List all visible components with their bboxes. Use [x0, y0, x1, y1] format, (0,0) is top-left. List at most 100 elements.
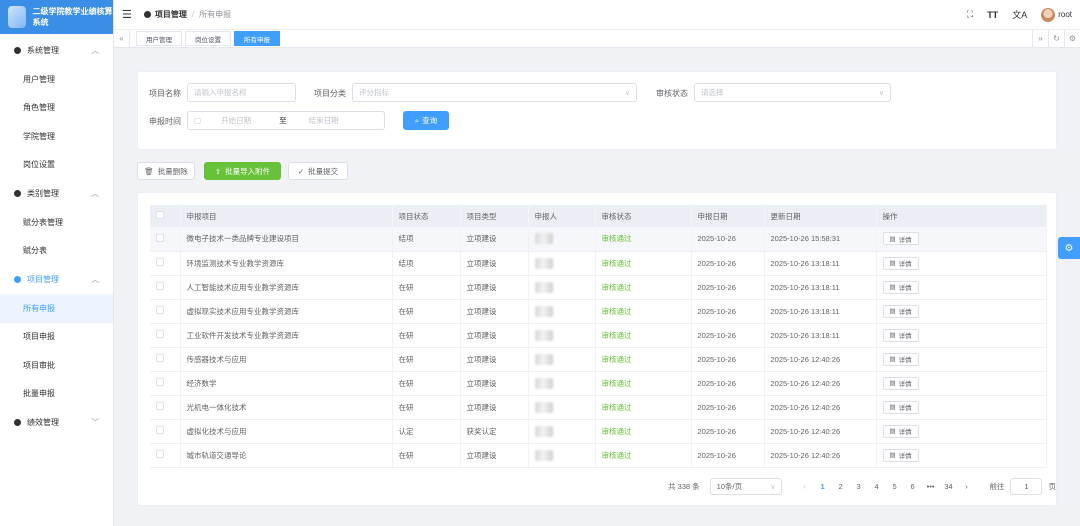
logo-icon: [8, 6, 27, 28]
app-title: 二级学院教学业绩核算系统: [32, 7, 113, 27]
apply-date-cell: 2025-10-26: [691, 323, 765, 348]
row-checkbox[interactable]: [156, 282, 164, 290]
detail-button[interactable]: ▤ 详情: [882, 376, 919, 390]
menu-group-performance[interactable]: 绩效管理 ﹀: [0, 408, 113, 437]
row-checkbox[interactable]: [156, 306, 164, 314]
row-checkbox[interactable]: [156, 330, 164, 338]
update-date-cell: 2025-10-26 12:40:26: [764, 395, 877, 420]
placeholder: 请输入申报名称: [194, 88, 247, 97]
detail-label: 详情: [898, 405, 912, 412]
document-icon: ▤: [889, 452, 896, 459]
detail-button[interactable]: ▤ 详情: [882, 256, 919, 270]
sidebar-item-colleges[interactable]: 学院管理: [0, 122, 113, 151]
menu-group-label: 类别管理: [27, 189, 59, 198]
performance-icon: [14, 419, 21, 426]
redacted-name: [534, 305, 553, 317]
scroll-right-icon[interactable]: »: [1032, 29, 1048, 48]
settings-drawer-icon[interactable]: ⚙: [1058, 237, 1080, 259]
update-date-cell: 2025-10-26 12:40:26: [764, 371, 877, 396]
page-number[interactable]: 5: [886, 482, 904, 491]
translate-icon[interactable]: 文A: [1012, 8, 1027, 21]
applicant-cell: [528, 419, 596, 444]
detail-button[interactable]: ▤ 详情: [882, 232, 919, 246]
menu-group-category[interactable]: 类别管理 ︿: [0, 179, 113, 208]
page-number[interactable]: 1: [814, 482, 832, 491]
category-label: 项目分类: [314, 89, 346, 98]
select-all-checkbox[interactable]: [156, 211, 164, 219]
batch-submit-button[interactable]: ✓ 批量提交: [288, 162, 348, 180]
last-page-number[interactable]: 34: [940, 482, 958, 491]
sidebar-item-project-approve[interactable]: 项目审批: [0, 351, 113, 380]
row-select-cell: [150, 419, 181, 444]
chevron-down-icon: ∨: [770, 482, 776, 491]
page-size-select[interactable]: 10条/页 ∨: [709, 478, 782, 495]
menu-group-label: 系统管理: [27, 46, 59, 55]
menu-group-system[interactable]: 系统管理 ︿: [0, 36, 113, 65]
project-status-cell: 在研: [392, 323, 461, 348]
gear-icon[interactable]: ⚙: [1064, 29, 1080, 48]
detail-button[interactable]: ▤ 详情: [882, 280, 919, 294]
row-checkbox[interactable]: [156, 354, 164, 362]
menu-toggle-icon[interactable]: ☰: [122, 8, 132, 21]
more-pages[interactable]: •••: [922, 482, 940, 491]
column-header: 申报项目: [180, 205, 393, 227]
scroll-left-icon[interactable]: «: [114, 29, 130, 48]
redacted-name: [534, 425, 553, 437]
row-checkbox[interactable]: [156, 402, 164, 410]
tab-positions[interactable]: 岗位设置: [185, 31, 231, 46]
query-button[interactable]: ⌕ 查询: [403, 111, 449, 130]
apply-date-cell: 2025-10-26: [691, 275, 765, 300]
prev-page-icon[interactable]: ‹: [796, 482, 814, 491]
sidebar-item-users[interactable]: 用户管理: [0, 65, 113, 94]
review-status-cell: 审核通过: [595, 419, 692, 444]
tab-all-applications[interactable]: 所有申报: [234, 31, 280, 46]
category-select[interactable]: 评分指标 ∨: [352, 83, 637, 102]
review-status-cell: 审核通过: [595, 227, 692, 252]
project-name-cell: 城市轨道交通导论: [180, 443, 393, 468]
total-count: 共 338 条: [668, 482, 700, 491]
sidebar-item-project-apply[interactable]: 项目申报: [0, 323, 113, 352]
table-header-row: 申报项目 项目状态 项目类型 申报人 审核状态 申报日期 更新日期 操作: [150, 205, 1047, 227]
row-checkbox[interactable]: [156, 378, 164, 386]
refresh-icon[interactable]: ↻: [1048, 29, 1064, 48]
detail-button[interactable]: ▤ 详情: [882, 352, 919, 366]
menu-group-project[interactable]: 项目管理 ︿: [0, 265, 113, 294]
actions-cell: ▤ 详情: [876, 395, 1047, 420]
font-size-icon[interactable]: TT: [987, 10, 998, 20]
breadcrumb-item[interactable]: 项目管理: [155, 9, 187, 20]
row-checkbox[interactable]: [156, 450, 164, 458]
goto-page-input[interactable]: 1: [1010, 478, 1043, 495]
row-checkbox[interactable]: [156, 233, 164, 242]
detail-button[interactable]: ▤ 详情: [882, 328, 919, 342]
sidebar-item-roles[interactable]: 角色管理: [0, 94, 113, 123]
detail-button[interactable]: ▤ 详情: [882, 448, 919, 462]
sidebar-item-all-applications[interactable]: 所有申报: [0, 294, 113, 323]
project-name-cell: 虚拟现实技术应用专业教学资源库: [180, 299, 393, 324]
page-number[interactable]: 6: [904, 482, 922, 491]
status-select[interactable]: 请选择 ∨: [694, 83, 891, 102]
detail-button[interactable]: ▤ 详情: [882, 424, 919, 438]
batch-import-button[interactable]: ⇧ 批量导入附件: [204, 162, 281, 180]
row-checkbox[interactable]: [156, 426, 164, 434]
batch-delete-button[interactable]: 🗑 批量删除: [137, 162, 195, 180]
detail-button[interactable]: ▤ 详情: [882, 400, 919, 414]
page-number[interactable]: 2: [832, 482, 850, 491]
sidebar-item-score-table[interactable]: 赋分表: [0, 237, 113, 266]
page-number[interactable]: 4: [868, 482, 886, 491]
project-name-input[interactable]: 请输入申报名称: [187, 83, 296, 102]
next-page-icon[interactable]: ›: [958, 482, 976, 491]
fullscreen-icon[interactable]: ⛶: [967, 9, 973, 20]
date-range-picker[interactable]: ▢ 开始日期 至 结束日期: [187, 111, 385, 130]
update-date-cell: 2025-10-26 13:18:11: [764, 323, 877, 348]
apply-date-cell: 2025-10-26: [691, 299, 765, 324]
detail-label: 详情: [898, 285, 912, 292]
sidebar-item-batch-apply[interactable]: 批量申报: [0, 380, 113, 409]
detail-button[interactable]: ▤ 详情: [882, 304, 919, 318]
page-number[interactable]: 3: [850, 482, 868, 491]
row-checkbox[interactable]: [156, 258, 164, 266]
sidebar-item-positions[interactable]: 岗位设置: [0, 151, 113, 180]
actions-cell: ▤ 详情: [876, 251, 1047, 276]
user-menu[interactable]: root: [1041, 7, 1072, 22]
tab-users[interactable]: 用户管理: [136, 31, 182, 46]
sidebar-item-score-table-manage[interactable]: 赋分表管理: [0, 208, 113, 237]
